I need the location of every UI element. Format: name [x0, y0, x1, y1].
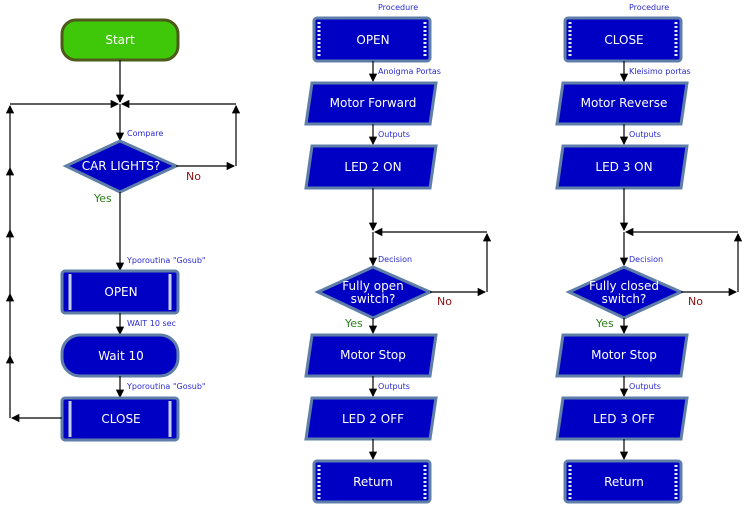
decision-label: Decision: [378, 255, 412, 264]
return-text: Return: [353, 475, 393, 489]
procedure-label: Procedure: [629, 3, 669, 12]
output-text-1: Motor Reverse: [581, 96, 668, 110]
output-text-3: Motor Stop: [340, 348, 406, 362]
procedure-open: Procedure OPEN Anoigma Portas Motor Forw…: [304, 3, 492, 504]
call-open-text: OPEN: [104, 285, 137, 299]
decision-text-line2: switch?: [351, 292, 396, 306]
return-text: Return: [604, 475, 644, 489]
output-text-1: Motor Forward: [330, 96, 417, 110]
yes-label: Yes: [93, 192, 112, 205]
output-text-4: LED 3 OFF: [593, 412, 655, 426]
output-text-4: LED 2 OFF: [342, 412, 404, 426]
no-label: No: [437, 295, 452, 308]
decision-text: CAR LIGHTS?: [82, 159, 161, 173]
procedure-title: CLOSE: [604, 33, 643, 47]
decision-text-line2: switch?: [602, 292, 647, 306]
main-flow: Start Compare CAR LIGHTS? No Yes Yporout…: [5, 18, 241, 442]
output2-label: Outputs: [378, 130, 410, 139]
gosub-label-2: Yporoutina "Gosub": [126, 382, 206, 391]
decision-label: Decision: [629, 255, 663, 264]
no-label: No: [186, 170, 201, 183]
output-text-2: LED 3 ON: [595, 160, 652, 174]
output-text-2: LED 2 ON: [344, 160, 401, 174]
yes-label: Yes: [595, 317, 614, 330]
decision-text-line1: Fully closed: [589, 279, 659, 293]
decision-text-line1: Fully open: [342, 279, 403, 293]
start-text: Start: [105, 33, 135, 47]
output-text-3: Motor Stop: [591, 348, 657, 362]
output1-label: Kleisimo portas: [629, 67, 691, 76]
output1-label: Anoigma Portas: [378, 67, 441, 76]
flowchart-canvas: Start Compare CAR LIGHTS? No Yes Yporout…: [5, 3, 743, 504]
delay-text: Wait 10: [98, 349, 144, 363]
output4-label: Outputs: [378, 382, 410, 391]
output2-label: Outputs: [629, 130, 661, 139]
wait-label: WAIT 10 sec: [127, 319, 176, 328]
gosub-label-1: Yporoutina "Gosub": [126, 256, 206, 265]
compare-label: Compare: [127, 129, 163, 138]
call-close-text: CLOSE: [101, 412, 140, 426]
yes-label: Yes: [344, 317, 363, 330]
procedure-label: Procedure: [378, 3, 418, 12]
output4-label: Outputs: [629, 382, 661, 391]
procedure-close: Procedure CLOSE Kleisimo portas Motor Re…: [555, 3, 743, 504]
procedure-title: OPEN: [356, 33, 389, 47]
no-label: No: [688, 295, 703, 308]
